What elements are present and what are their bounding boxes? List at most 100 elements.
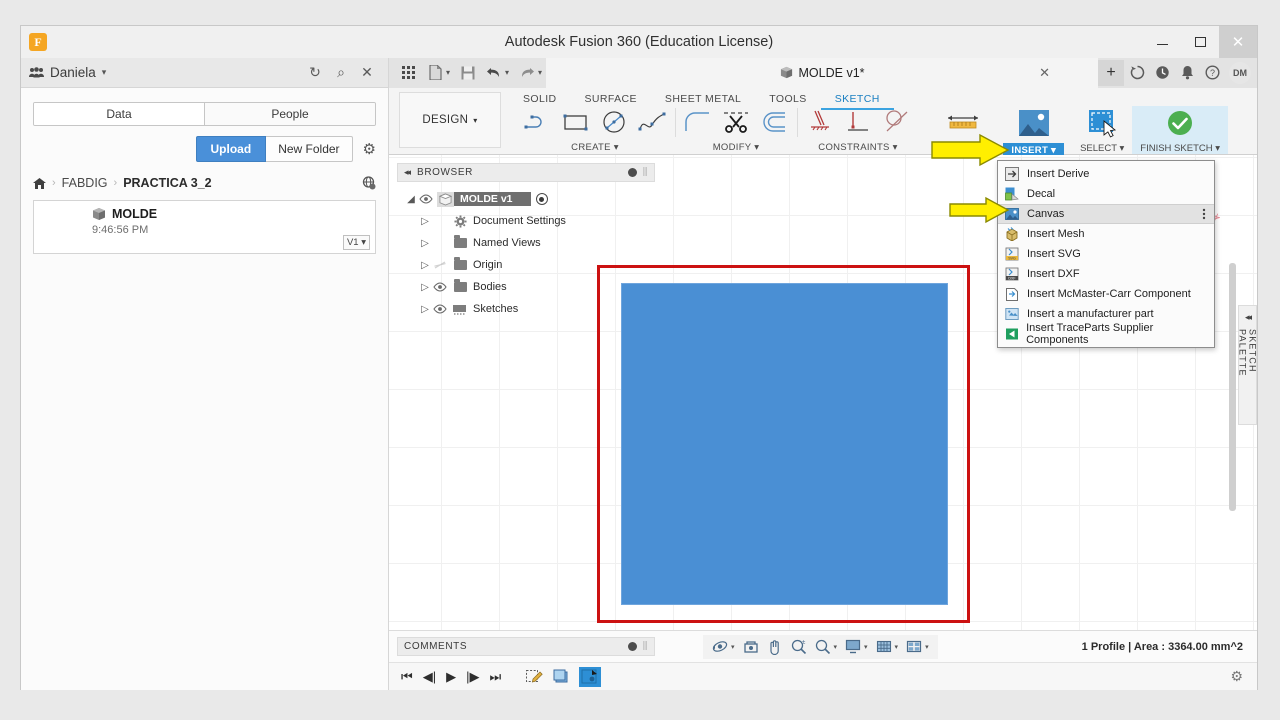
- offset-icon[interactable]: [757, 107, 791, 137]
- upload-button[interactable]: Upload: [195, 136, 267, 162]
- new-tab-button[interactable]: +: [1098, 59, 1124, 86]
- timeline-first-button[interactable]: ⏮: [401, 669, 413, 685]
- new-folder-button[interactable]: New Folder: [266, 136, 353, 162]
- browser-node-root[interactable]: ◢ MOLDE v1: [403, 188, 653, 210]
- home-icon[interactable]: [33, 177, 46, 189]
- tangent-constraint-icon[interactable]: [879, 107, 913, 137]
- undo-icon[interactable]: [482, 61, 506, 85]
- finish-sketch-button[interactable]: FINISH SKETCH ▾: [1132, 106, 1229, 154]
- browser-resize-grip[interactable]: ⫼: [643, 167, 648, 178]
- file-chevron-down-icon[interactable]: ▾: [446, 68, 450, 77]
- fix-constraint-icon[interactable]: [803, 107, 837, 137]
- timeline-play-button[interactable]: ▶: [446, 669, 456, 685]
- sync-icon[interactable]: [1125, 61, 1149, 85]
- fit-icon[interactable]: [812, 637, 834, 657]
- create-group-label[interactable]: CREATE ▾: [571, 142, 619, 153]
- file-version-selector[interactable]: V1 ▾: [342, 235, 370, 250]
- avatar[interactable]: DM: [1229, 61, 1251, 84]
- line-icon[interactable]: [521, 107, 555, 137]
- timeline-next-button[interactable]: |▶: [466, 669, 479, 685]
- browser-node-origin[interactable]: ▷ Origin: [403, 254, 653, 276]
- look-at-icon[interactable]: [740, 637, 762, 657]
- circle-icon[interactable]: [597, 107, 631, 137]
- document-tab-molde[interactable]: MOLDE v1*: [780, 66, 865, 80]
- close-panel-icon[interactable]: ✕: [354, 60, 380, 86]
- menu-item-insert-svg[interactable]: SVG Insert SVG: [998, 244, 1214, 264]
- account-chevron-down-icon[interactable]: ▾: [102, 67, 107, 78]
- viewport-scrollbar[interactable]: [1229, 263, 1236, 511]
- browser-node-document-settings[interactable]: ▷ Document Settings: [403, 210, 653, 232]
- twist-icon[interactable]: ▷: [417, 260, 433, 271]
- vertical-constraint-icon[interactable]: [841, 107, 875, 137]
- save-icon[interactable]: [456, 61, 480, 85]
- browser-node-named-views[interactable]: ▷ Named Views: [403, 232, 653, 254]
- node-eye-hidden-icon[interactable]: [433, 260, 451, 270]
- tab-data[interactable]: Data: [34, 103, 204, 125]
- zoom-icon[interactable]: ±: [788, 637, 810, 657]
- menu-item-insert-manufacturer-part[interactable]: Insert a manufacturer part: [998, 304, 1214, 324]
- orbit-icon[interactable]: [709, 637, 731, 657]
- menu-item-insert-dxf[interactable]: DXF Insert DXF: [998, 264, 1214, 284]
- root-activate-radio[interactable]: [535, 193, 548, 205]
- refresh-icon[interactable]: ↻: [302, 60, 328, 86]
- close-window-button[interactable]: ✕: [1219, 26, 1257, 58]
- rectangle-icon[interactable]: [559, 107, 593, 137]
- twist-icon[interactable]: ▷: [417, 216, 433, 227]
- browser-collapse-icon[interactable]: ◂◂: [404, 167, 411, 178]
- workspace-selector[interactable]: DESIGN ▾: [399, 92, 501, 148]
- select-button[interactable]: SELECT ▾: [1072, 106, 1132, 154]
- grid-chevron-down-icon[interactable]: ▾: [895, 643, 899, 651]
- sketch-palette-collapse-icon[interactable]: ◂◂: [1245, 312, 1252, 323]
- breadcrumb-item-practica[interactable]: PRACTICA 3_2: [123, 176, 211, 190]
- undo-chevron-down-icon[interactable]: ▾: [505, 68, 509, 77]
- menu-item-canvas[interactable]: Canvas: [998, 204, 1214, 224]
- viewports-icon[interactable]: [903, 637, 925, 657]
- comments-panel[interactable]: COMMENTS ⫼: [397, 637, 655, 656]
- browser-visibility-dot-icon[interactable]: [627, 168, 637, 177]
- twist-icon[interactable]: ▷: [417, 282, 433, 293]
- breadcrumb-item-fabdig[interactable]: FABDIG: [62, 176, 108, 190]
- notification-bell-icon[interactable]: [1175, 61, 1199, 85]
- twist-icon[interactable]: ▷: [417, 304, 433, 315]
- browser-node-bodies[interactable]: ▷ Bodies: [403, 276, 653, 298]
- maximize-button[interactable]: [1181, 26, 1219, 58]
- constraints-group-label[interactable]: CONSTRAINTS ▾: [818, 142, 897, 153]
- orbit-chevron-down-icon[interactable]: ▾: [731, 643, 735, 651]
- sketch-palette-tab[interactable]: ◂◂ SKETCH PALETTE: [1238, 305, 1257, 425]
- document-tab-close-icon[interactable]: ✕: [1039, 65, 1050, 81]
- grid-settings-icon[interactable]: [873, 637, 895, 657]
- search-icon[interactable]: ⌕: [328, 60, 354, 86]
- sketch-timeline-item[interactable]: [523, 667, 545, 687]
- node-eye-icon[interactable]: [433, 282, 451, 292]
- timeline-settings-gear-icon[interactable]: ⚙: [1230, 668, 1243, 685]
- pan-icon[interactable]: [764, 637, 786, 657]
- twist-icon[interactable]: ▷: [417, 238, 433, 249]
- comments-dot-icon[interactable]: [627, 642, 637, 651]
- display-settings-icon[interactable]: [842, 637, 864, 657]
- menu-item-insert-derive[interactable]: Insert Derive: [998, 164, 1214, 184]
- active-timeline-item[interactable]: [579, 666, 602, 687]
- timeline-last-button[interactable]: ⏭: [489, 669, 501, 685]
- browser-node-sketches[interactable]: ▷ Sketches: [403, 298, 653, 320]
- file-icon[interactable]: [423, 61, 447, 85]
- tab-people[interactable]: People: [204, 103, 375, 125]
- app-grid-icon[interactable]: [397, 61, 421, 85]
- fillet-icon[interactable]: [681, 107, 715, 137]
- spline-icon[interactable]: [635, 107, 669, 137]
- gear-icon[interactable]: ⚙: [363, 140, 376, 158]
- redo-icon[interactable]: [515, 61, 539, 85]
- minimize-button[interactable]: [1143, 26, 1181, 58]
- menu-item-insert-mesh[interactable]: Insert Mesh: [998, 224, 1214, 244]
- file-card-molde[interactable]: MOLDE 9:46:56 PM V1 ▾: [33, 200, 376, 254]
- extrude-timeline-item[interactable]: [551, 667, 573, 687]
- root-eye-icon[interactable]: [419, 194, 437, 204]
- history-icon[interactable]: [1150, 61, 1174, 85]
- timeline-prev-button[interactable]: ◀|: [423, 669, 436, 685]
- modify-group-label[interactable]: MODIFY ▾: [713, 142, 760, 153]
- menu-item-insert-traceparts[interactable]: Insert TraceParts Supplier Components: [998, 322, 1214, 346]
- comments-resize-grip[interactable]: ⫼: [643, 641, 648, 652]
- display-chevron-down-icon[interactable]: ▾: [864, 643, 868, 651]
- menu-item-decal[interactable]: Decal: [998, 184, 1214, 204]
- account-name[interactable]: Daniela: [50, 65, 96, 80]
- help-icon[interactable]: ?: [1200, 61, 1224, 85]
